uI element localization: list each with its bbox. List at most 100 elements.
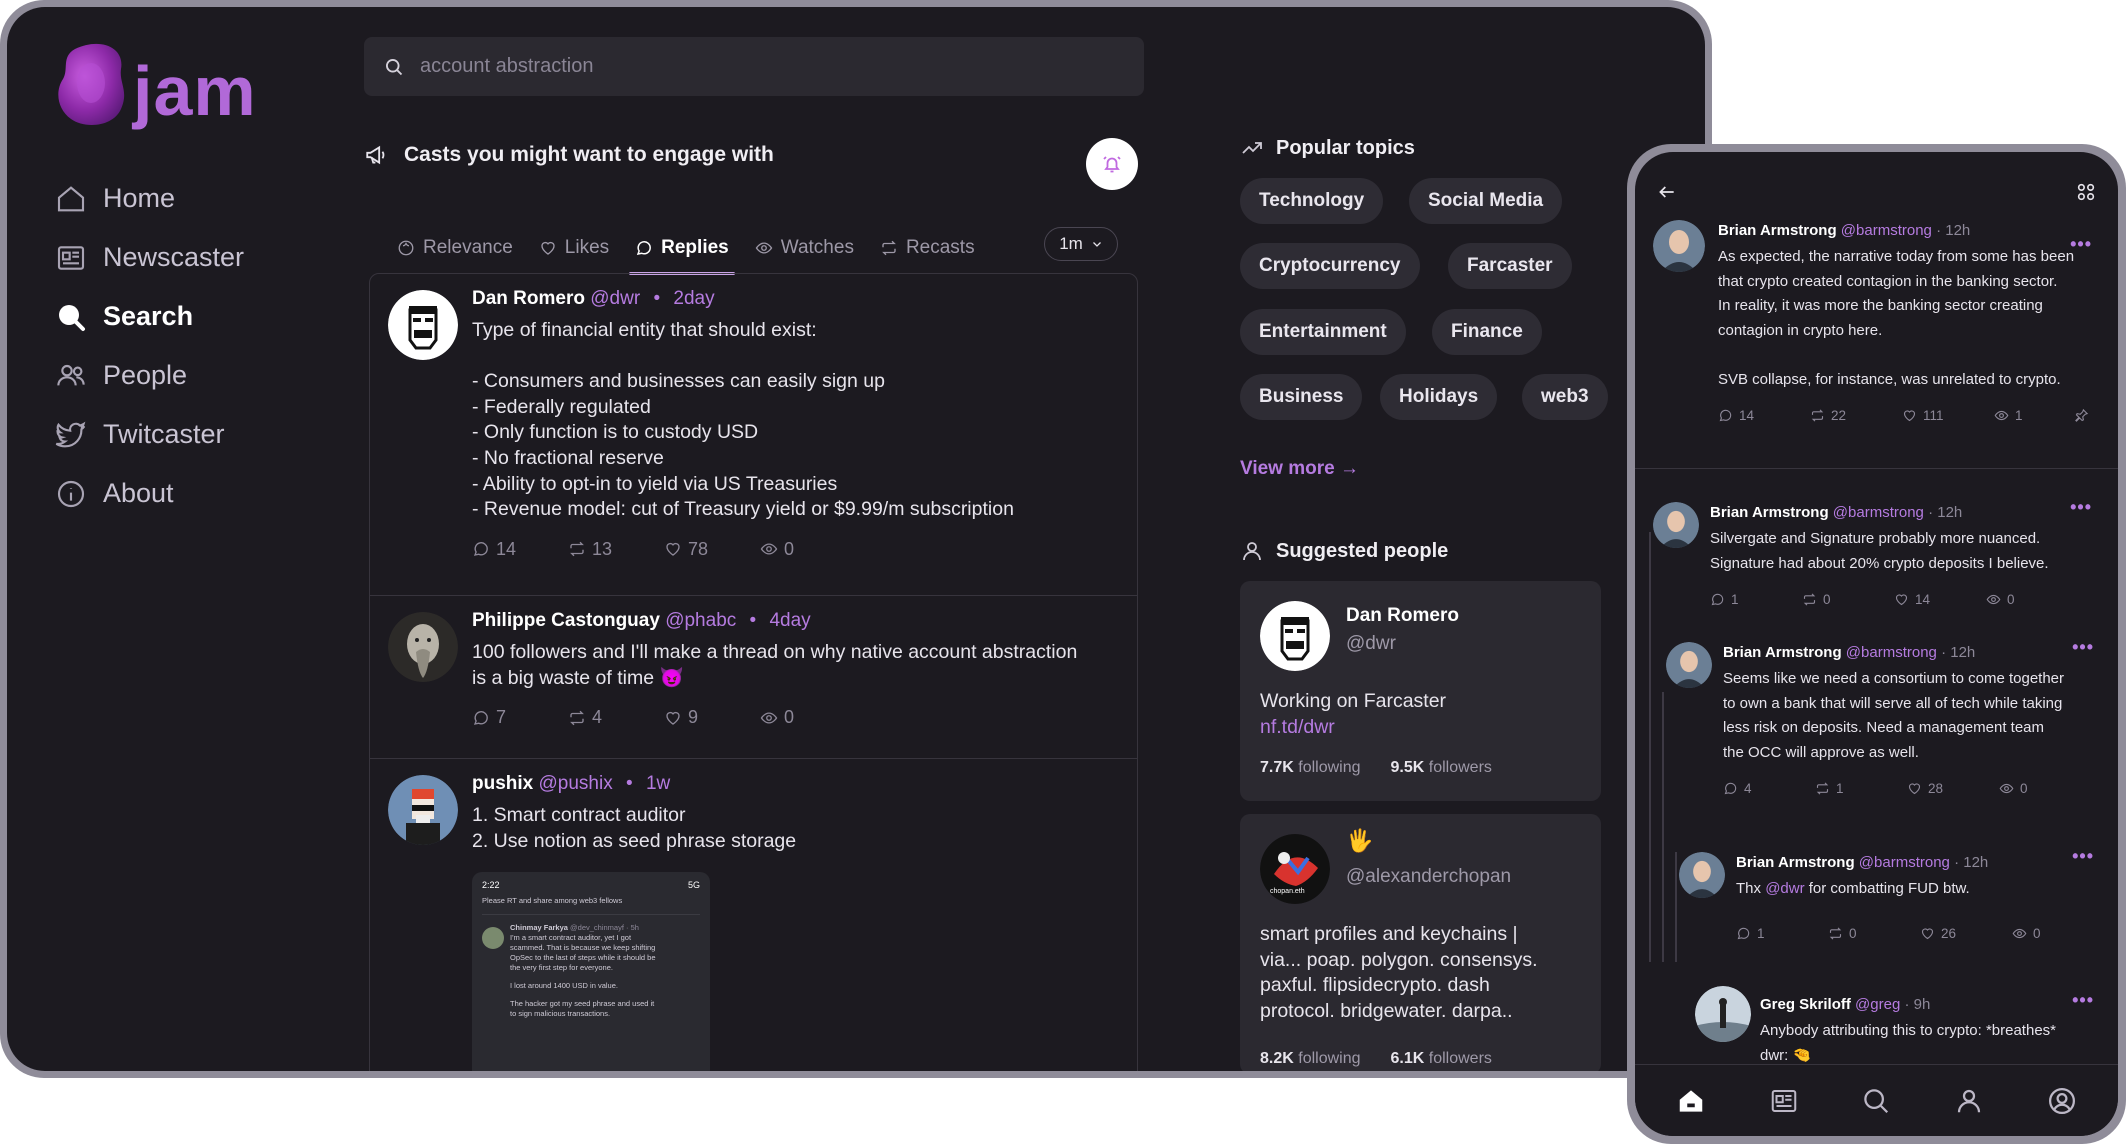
like-count[interactable]: 111: [1902, 408, 1994, 423]
more-options-icon[interactable]: •••: [2070, 234, 2092, 255]
recast-count[interactable]: 1: [1815, 781, 1907, 796]
search-bar[interactable]: [364, 37, 1144, 96]
topic-chip[interactable]: Social Media: [1409, 178, 1563, 224]
thread-post[interactable]: Greg Skriloff @greg · 9h Anybody attribu…: [1760, 996, 2110, 1068]
post-author[interactable]: Greg Skriloff: [1760, 996, 1851, 1013]
followers-count[interactable]: 6.1K followers: [1391, 1050, 1492, 1068]
avatar[interactable]: [1695, 986, 1751, 1042]
recast-count[interactable]: 4: [568, 707, 664, 728]
time-range-select[interactable]: 1m: [1044, 227, 1118, 261]
tab-watches[interactable]: Watches: [755, 225, 854, 271]
newspaper-icon[interactable]: [1769, 1086, 1799, 1116]
post-handle[interactable]: @barmstrong: [1833, 504, 1924, 521]
post-handle[interactable]: @greg: [1855, 996, 1900, 1013]
thread-post[interactable]: Brian Armstrong @barmstrong · 12h Silver…: [1710, 504, 2100, 607]
watch-count[interactable]: 0: [760, 707, 856, 728]
nav-item-about[interactable]: About: [55, 464, 244, 523]
watch-count[interactable]: 0: [1999, 781, 2091, 796]
person-card[interactable]: Dan Romero @dwr Working on Farcaster nf.…: [1240, 581, 1601, 801]
nav-item-search[interactable]: Search: [55, 287, 244, 346]
thread-post[interactable]: Brian Armstrong @barmstrong · 12h Seems …: [1723, 644, 2103, 796]
person-name[interactable]: 🖐: [1346, 828, 1373, 854]
nav-item-twitcaster[interactable]: Twitcaster: [55, 405, 244, 464]
reply-count[interactable]: 1: [1710, 592, 1802, 607]
followers-count[interactable]: 9.5K followers: [1391, 759, 1492, 777]
person-name[interactable]: Dan Romero: [1346, 605, 1459, 627]
post-handle[interactable]: @barmstrong: [1841, 222, 1932, 239]
embedded-screenshot[interactable]: 2:22 5G Please RT and share among web3 f…: [472, 872, 710, 1071]
thread-post[interactable]: Brian Armstrong @barmstrong · 12h Thx @d…: [1736, 854, 2106, 941]
like-count[interactable]: 26: [1920, 926, 2012, 941]
cast-handle[interactable]: @phabc: [665, 610, 736, 631]
post-author[interactable]: Brian Armstrong: [1736, 854, 1855, 871]
home-icon[interactable]: [1676, 1086, 1706, 1116]
avatar[interactable]: [1666, 642, 1712, 688]
recast-count[interactable]: 13: [568, 539, 664, 560]
account-icon[interactable]: [2047, 1086, 2077, 1116]
topic-chip[interactable]: Entertainment: [1240, 309, 1406, 355]
search-icon[interactable]: [1861, 1086, 1891, 1116]
avatar[interactable]: chopan.eth: [1260, 834, 1330, 904]
cast-item[interactable]: Dan Romero @dwr • 2day Type of financial…: [370, 274, 1137, 596]
topic-chip[interactable]: Business: [1240, 374, 1363, 420]
topic-chip[interactable]: Technology: [1240, 178, 1384, 224]
tab-likes[interactable]: Likes: [539, 225, 609, 271]
cast-item[interactable]: Philippe Castonguay @phabc • 4day 100 fo…: [370, 596, 1137, 759]
app-logo[interactable]: jam: [55, 37, 275, 137]
topic-chip[interactable]: Finance: [1432, 309, 1542, 355]
like-count[interactable]: 14: [1894, 592, 1986, 607]
post-author[interactable]: Brian Armstrong: [1723, 644, 1842, 661]
reply-count[interactable]: 1: [1736, 926, 1828, 941]
notification-alarm-button[interactable]: [1086, 138, 1138, 190]
cast-author[interactable]: Dan Romero: [472, 288, 585, 309]
more-options-icon[interactable]: •••: [2072, 990, 2094, 1011]
watch-count[interactable]: 0: [1986, 592, 2078, 607]
tab-recasts[interactable]: Recasts: [880, 225, 975, 271]
tab-relevance[interactable]: Relevance: [397, 225, 513, 271]
cast-handle[interactable]: @dwr: [590, 288, 640, 309]
watch-count[interactable]: 1: [1994, 408, 2074, 423]
person-card[interactable]: chopan.eth 🖐 @alexanderchopan smart prof…: [1240, 814, 1601, 1071]
back-arrow-icon[interactable]: [1657, 182, 1677, 202]
following-count[interactable]: 8.2K following: [1260, 1050, 1361, 1068]
post-handle[interactable]: @barmstrong: [1859, 854, 1950, 871]
cast-author[interactable]: Philippe Castonguay: [472, 610, 660, 631]
avatar[interactable]: [388, 612, 458, 682]
cast-author[interactable]: pushix: [472, 773, 533, 794]
user-icon[interactable]: [1954, 1086, 1984, 1116]
topic-chip[interactable]: Holidays: [1380, 374, 1498, 420]
tab-replies[interactable]: Replies: [629, 225, 735, 275]
mention-link[interactable]: @dwr: [1765, 880, 1804, 897]
like-count[interactable]: 28: [1907, 781, 1999, 796]
bio-link[interactable]: nf.td/dwr: [1260, 715, 1446, 741]
thread-post[interactable]: Brian Armstrong @barmstrong · 12h As exp…: [1718, 222, 2098, 423]
more-options-icon[interactable]: •••: [2070, 497, 2092, 518]
avatar[interactable]: [1653, 220, 1705, 272]
avatar[interactable]: [1679, 852, 1725, 898]
nav-item-newscaster[interactable]: Newscaster: [55, 228, 244, 287]
recast-count[interactable]: 22: [1810, 408, 1902, 423]
view-more-link[interactable]: View more →: [1240, 458, 1359, 480]
following-count[interactable]: 7.7K following: [1260, 759, 1361, 777]
avatar[interactable]: [388, 290, 458, 360]
recast-count[interactable]: 0: [1802, 592, 1894, 607]
cast-handle[interactable]: @pushix: [539, 773, 613, 794]
nav-item-people[interactable]: People: [55, 346, 244, 405]
nav-item-home[interactable]: Home: [55, 169, 244, 228]
watch-count[interactable]: 0: [2012, 926, 2104, 941]
like-count[interactable]: 9: [664, 707, 760, 728]
avatar[interactable]: [388, 775, 458, 845]
post-author[interactable]: Brian Armstrong: [1718, 222, 1837, 239]
post-handle[interactable]: @barmstrong: [1846, 644, 1937, 661]
reply-count[interactable]: 7: [472, 707, 568, 728]
reply-count[interactable]: 14: [472, 539, 568, 560]
recast-count[interactable]: 0: [1828, 926, 1920, 941]
topic-chip[interactable]: Cryptocurrency: [1240, 243, 1420, 289]
search-input[interactable]: [420, 55, 1020, 78]
cast-item[interactable]: pushix @pushix • 1w 1. Smart contract au…: [370, 759, 1137, 1071]
reply-count[interactable]: 4: [1723, 781, 1815, 796]
avatar[interactable]: [1260, 601, 1330, 671]
pin-icon[interactable]: [2074, 408, 2089, 423]
apps-grid-icon[interactable]: [2075, 181, 2097, 203]
topic-chip[interactable]: Farcaster: [1448, 243, 1572, 289]
